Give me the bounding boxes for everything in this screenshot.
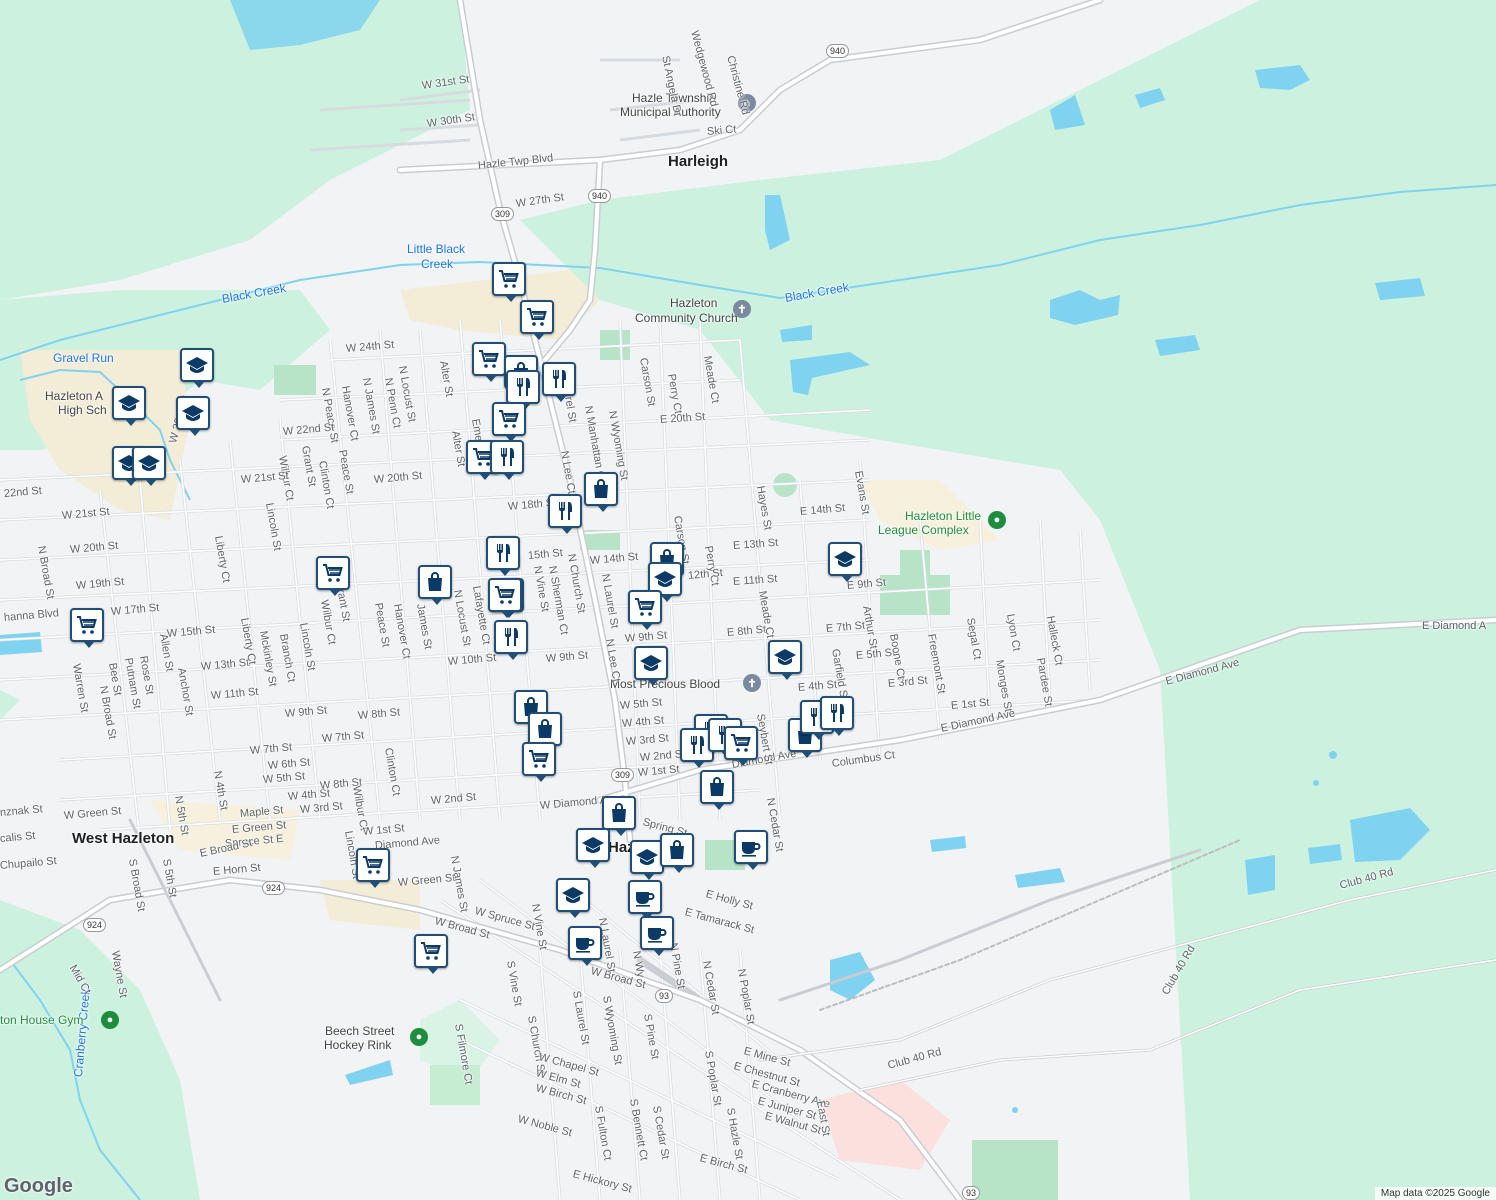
poi-label-hazleton-high-2: High Sch [58, 403, 107, 417]
marker-school-icon[interactable] [556, 878, 590, 918]
water-label-little-black-creek-1: Little Black [407, 242, 466, 256]
marker-coffee-icon[interactable] [734, 830, 768, 870]
marker-shopping-cart-icon[interactable] [414, 934, 448, 974]
map-canvas[interactable]: Harleigh Hazleton West Hazleton Little B… [0, 0, 1496, 1200]
church-icon[interactable]: ✝ [733, 300, 751, 318]
marker-restaurant-icon[interactable] [820, 696, 854, 736]
marker-shopping-bag-icon[interactable] [602, 796, 636, 836]
marker-school-icon[interactable] [132, 446, 166, 486]
marker-shopping-cart-icon[interactable] [472, 342, 506, 382]
marker-coffee-icon[interactable] [628, 880, 662, 920]
marker-shopping-cart-icon[interactable] [492, 262, 526, 302]
marker-school-icon[interactable] [576, 828, 610, 868]
marker-coffee-icon[interactable] [640, 916, 674, 956]
marker-school-icon[interactable] [630, 840, 664, 880]
street-label-ski-ct: Ski Ct [706, 123, 737, 138]
marker-restaurant-icon[interactable] [548, 494, 582, 534]
marker-shopping-cart-icon[interactable] [316, 556, 350, 596]
marker-school-icon[interactable] [828, 542, 862, 582]
gym-icon[interactable]: ● [101, 1011, 119, 1029]
marker-school-icon[interactable] [180, 348, 214, 388]
water-label-little-black-creek-2: Creek [421, 257, 454, 271]
route-shield-924-b: 924 [83, 918, 107, 932]
marker-school-icon[interactable] [112, 386, 146, 426]
marker-shopping-bag-icon[interactable] [528, 712, 562, 752]
church-icon-2[interactable]: ✝ [743, 674, 761, 692]
marker-shopping-cart-icon[interactable] [628, 590, 662, 630]
route-shield-309-top: 309 [491, 207, 515, 221]
marker-shopping-cart-icon[interactable] [522, 742, 556, 782]
marker-shopping-bag-icon[interactable] [700, 770, 734, 810]
marker-shopping-cart-icon[interactable] [520, 300, 554, 340]
poi-label-hazleton-high-1: Hazleton A [45, 389, 104, 403]
marker-restaurant-icon[interactable] [490, 440, 524, 480]
route-shield-309-low: 309 [611, 768, 635, 782]
route-shield-93-a: 93 [655, 989, 674, 1003]
marker-shopping-bag-icon[interactable] [660, 833, 694, 873]
sports-icon[interactable]: ● [410, 1028, 428, 1046]
marker-shopping-bag-icon[interactable] [418, 565, 452, 605]
poi-label-hazleton-community-church-1: Hazleton [670, 296, 718, 310]
marker-restaurant-icon[interactable] [486, 536, 520, 576]
poi-label-beech-street-hockey-1: Beech Street [325, 1024, 395, 1038]
poi-label-beech-street-hockey-2: Hockey Rink [324, 1038, 392, 1052]
marker-school-icon[interactable] [768, 640, 802, 680]
marker-coffee-icon[interactable] [568, 926, 602, 966]
poi-label-house-gym: ton House Gym [0, 1013, 84, 1027]
marker-shopping-bag-icon[interactable] [584, 472, 618, 512]
marker-shopping-cart-icon[interactable] [356, 848, 390, 888]
marker-shopping-cart-icon[interactable] [70, 608, 104, 648]
marker-restaurant-icon[interactable] [506, 370, 540, 410]
park-icon[interactable]: ● [988, 511, 1006, 529]
marker-restaurant-icon[interactable] [542, 362, 576, 402]
route-shield-940-top: 940 [826, 44, 850, 58]
marker-school-icon[interactable] [176, 396, 210, 436]
google-logo: Google [4, 1175, 73, 1197]
place-label-harleigh: Harleigh [668, 153, 729, 170]
marker-shopping-cart-icon[interactable] [724, 726, 758, 766]
marker-shopping-cart-icon[interactable] [492, 402, 526, 442]
marker-restaurant-icon[interactable] [494, 620, 528, 660]
route-shield-940-mid: 940 [588, 189, 612, 203]
place-label-west-hazleton: West Hazleton [72, 830, 175, 847]
water-label-gravel-run: Gravel Run [53, 351, 114, 365]
route-shield-93-b: 93 [962, 1186, 981, 1200]
map-attribution: Map data ©2025 Google [1374, 1187, 1496, 1200]
route-shield-924-a: 924 [262, 881, 286, 895]
marker-school-icon[interactable] [634, 646, 668, 686]
marker-shopping-cart-icon[interactable] [488, 578, 522, 618]
poi-label-hazleton-community-church-2: Community Church [635, 311, 738, 325]
poi-label-little-league-1: Hazleton Little [905, 509, 982, 523]
poi-label-little-league-2: League Complex [878, 523, 969, 537]
street-label-e-diamond-far: E Diamond A [1422, 620, 1487, 632]
